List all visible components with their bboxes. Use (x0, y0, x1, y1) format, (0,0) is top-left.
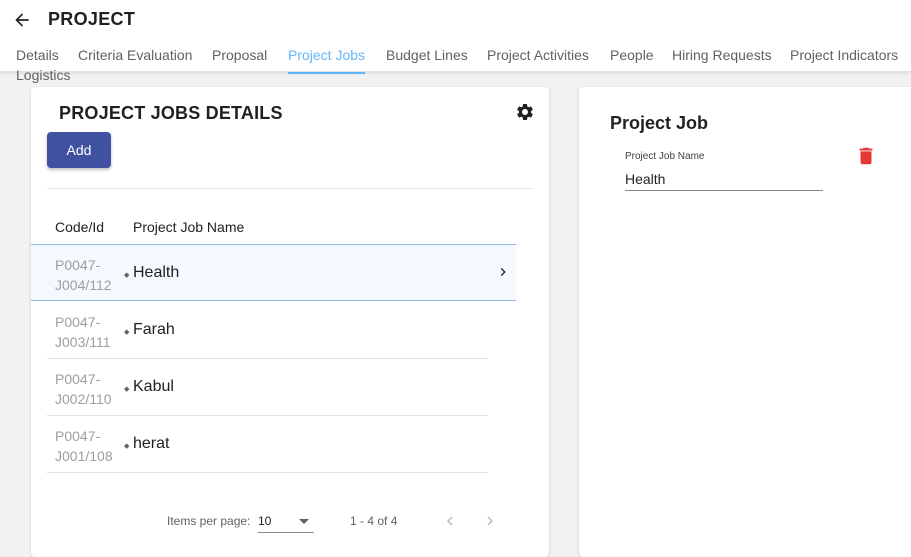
tab-project-jobs[interactable]: Project Jobs (288, 44, 366, 74)
items-per-page-label: Items per page: (167, 514, 251, 528)
pagination-range: 1 - 4 of 4 (350, 514, 398, 528)
table-row[interactable]: P0047- J001/108 ◆ herat (47, 416, 488, 473)
column-header-code[interactable]: Code/Id (55, 219, 104, 235)
previous-page-icon[interactable] (441, 512, 457, 530)
row-code: P0047- J002/110 (55, 371, 112, 407)
table-row[interactable]: P0047- J004/112 ◆ Health (31, 244, 516, 301)
top-bar: PROJECT Details Criteria Evaluation Prop… (0, 0, 911, 83)
row-code: P0047- J001/108 (55, 428, 113, 464)
chevron-right-icon[interactable] (495, 264, 509, 280)
tab-project-indicators[interactable]: Project Indicators (790, 44, 898, 74)
tab-hiring-requests[interactable]: Hiring Requests (672, 44, 772, 74)
tab-project-activities[interactable]: Project Activities (487, 44, 589, 74)
back-arrow-icon[interactable] (12, 10, 32, 30)
bullet-icon: ◆ (124, 329, 130, 336)
tab-budget-lines[interactable]: Budget Lines (386, 44, 468, 74)
bullet-icon: ◆ (124, 443, 130, 450)
page-title: PROJECT (48, 9, 136, 29)
tab-criteria-evaluation[interactable]: Criteria Evaluation (78, 44, 192, 74)
gear-icon[interactable] (515, 102, 535, 122)
project-job-name-label: Project Job Name (625, 151, 705, 162)
row-code: P0047- J004/112 (55, 257, 112, 293)
row-code: P0047- J003/111 (55, 314, 111, 350)
next-page-icon[interactable] (481, 512, 497, 530)
list-title: PROJECT JOBS DETAILS (59, 103, 283, 123)
tab-people[interactable]: People (610, 44, 654, 74)
tab-proposal[interactable]: Proposal (212, 44, 267, 74)
row-name: Kabul (133, 378, 174, 395)
bullet-icon: ◆ (124, 386, 130, 393)
divider (47, 188, 533, 189)
table-row[interactable]: P0047- J002/110 ◆ Kabul (47, 359, 488, 416)
column-header-name[interactable]: Project Job Name (133, 219, 244, 235)
project-jobs-list-card: PROJECT JOBS DETAILS Add Code/Id Project… (31, 87, 549, 557)
trash-icon[interactable] (855, 144, 873, 165)
caret-down-icon (299, 519, 309, 524)
items-per-page-select[interactable]: 10 (258, 511, 314, 533)
detail-title: Project Job (610, 113, 709, 133)
row-name: Farah (133, 321, 175, 338)
add-button[interactable]: Add (47, 132, 111, 168)
project-job-name-input[interactable] (625, 167, 823, 191)
row-name: herat (133, 435, 170, 452)
table-row[interactable]: P0047- J003/111 ◆ Farah (47, 302, 488, 359)
bullet-icon: ◆ (124, 272, 130, 279)
row-name: Health (133, 264, 180, 281)
project-job-detail-card: Project Job Project Job Name (579, 87, 911, 557)
